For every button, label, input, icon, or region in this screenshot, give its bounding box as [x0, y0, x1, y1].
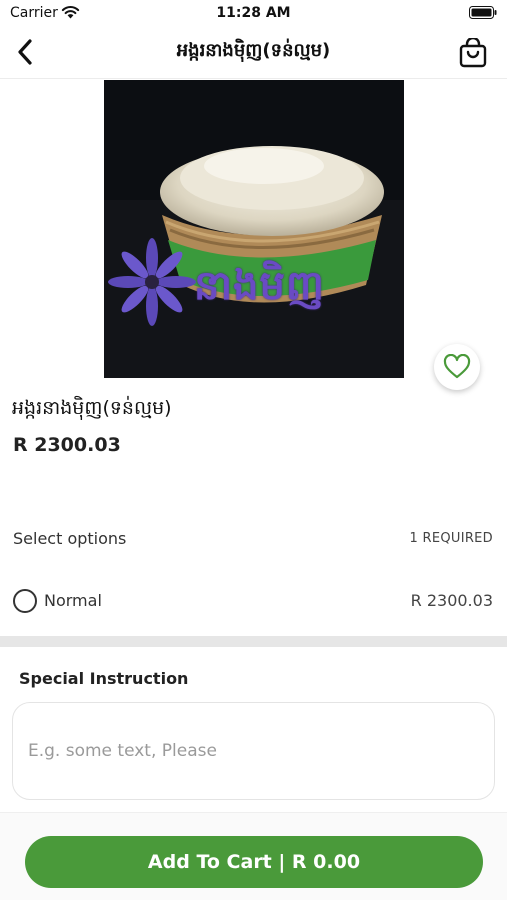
special-instruction-input[interactable]	[12, 702, 495, 800]
status-bar: Carrier 11:28 AM	[0, 0, 507, 28]
page-title: អង្ករនាងម៉ិញ(ទន់ល្មម)	[176, 40, 331, 61]
instruction-label: Special Instruction	[19, 669, 189, 688]
cart-button[interactable]	[457, 36, 489, 70]
heart-icon	[443, 354, 471, 379]
product-name: អង្ករនាងម៉ិញ(ទន់ល្មម)	[12, 397, 172, 419]
shopping-bag-icon	[459, 38, 487, 68]
option-price: R 2300.03	[410, 591, 493, 610]
chevron-left-icon	[18, 39, 32, 65]
required-badge: 1 REQUIRED	[409, 531, 493, 546]
option-radio[interactable]	[13, 589, 37, 613]
battery-icon	[469, 6, 497, 19]
options-label: Select options	[13, 529, 127, 548]
back-button[interactable]	[8, 34, 42, 70]
nav-bar: អង្ករនាងម៉ិញ(ទន់ល្មម)	[0, 28, 507, 76]
product-price: R 2300.03	[13, 434, 121, 456]
nav-divider	[0, 78, 507, 79]
product-image: នាងមិញ	[104, 80, 404, 378]
favorite-button[interactable]	[434, 344, 480, 390]
add-to-cart-button[interactable]: Add To Cart | R 0.00	[25, 836, 483, 888]
rice-basket-illustration	[104, 80, 404, 378]
status-time: 11:28 AM	[216, 5, 291, 21]
option-row-normal[interactable]: Normal R 2300.03	[0, 582, 507, 618]
option-name: Normal	[44, 591, 102, 610]
section-separator	[0, 636, 507, 647]
image-watermark: នាងមិញ	[194, 263, 325, 309]
